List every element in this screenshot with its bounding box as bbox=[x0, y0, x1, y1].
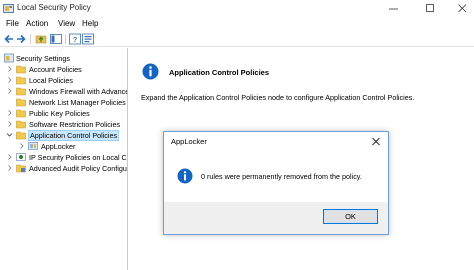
chevron-right-icon[interactable] bbox=[6, 109, 13, 117]
dialog-title-bar: AppLocker bbox=[164, 132, 388, 152]
folder-icon bbox=[16, 119, 26, 129]
tree-label: Local Policies bbox=[29, 76, 73, 85]
chevron-right-icon[interactable] bbox=[6, 65, 13, 73]
tree-label: AppLocker bbox=[41, 142, 76, 151]
tree-item[interactable]: AppLocker bbox=[0, 141, 127, 152]
menu-help[interactable]: Help bbox=[82, 19, 98, 28]
tree-item[interactable]: IP Security Policies on Local C bbox=[0, 152, 127, 163]
back-arrow-icon[interactable] bbox=[3, 33, 15, 45]
toolbar: ? bbox=[0, 31, 474, 47]
toolbar-separator bbox=[30, 34, 31, 44]
folder-icon bbox=[16, 64, 26, 74]
security-settings-icon bbox=[4, 53, 14, 63]
tree-item[interactable]: Account Policies bbox=[0, 64, 127, 75]
tree-item[interactable]: Network List Manager Policies bbox=[0, 97, 127, 108]
properties-icon[interactable] bbox=[82, 33, 94, 45]
chevron-right-icon[interactable] bbox=[6, 76, 13, 84]
toolbar-separator bbox=[65, 34, 66, 44]
dialog-body: 0 rules were permanently removed from th… bbox=[164, 152, 388, 202]
folder-icon bbox=[16, 75, 26, 85]
navigation-tree: Security Settings Account Policies Local … bbox=[0, 48, 128, 270]
security-policy-icon bbox=[3, 3, 14, 14]
ok-button[interactable]: OK bbox=[323, 209, 378, 224]
chevron-right-icon[interactable] bbox=[6, 120, 13, 128]
maximize-button[interactable] bbox=[420, 0, 442, 17]
content-description: Expand the Application Control Policies … bbox=[141, 93, 415, 102]
dialog-message: 0 rules were permanently removed from th… bbox=[201, 172, 362, 181]
folder-icon bbox=[16, 86, 26, 96]
maximize-icon bbox=[426, 4, 434, 12]
menu-action[interactable]: Action bbox=[26, 19, 48, 28]
folder-icon bbox=[16, 97, 26, 107]
tree-item[interactable]: Advanced Audit Policy Configu bbox=[0, 163, 127, 174]
tree-item[interactable]: Application Control Policies bbox=[0, 130, 127, 141]
audit-policy-icon bbox=[16, 163, 26, 173]
info-icon bbox=[142, 63, 159, 80]
close-icon bbox=[372, 137, 380, 146]
minimize-icon bbox=[389, 8, 398, 10]
tree-label: Windows Firewall with Advance bbox=[29, 87, 128, 96]
chevron-right-icon[interactable] bbox=[18, 142, 25, 150]
tree-label: Security Settings bbox=[16, 54, 70, 63]
info-icon bbox=[177, 168, 193, 184]
tree-item[interactable]: Local Policies bbox=[0, 75, 127, 86]
tree-label: Advanced Audit Policy Configu bbox=[29, 164, 127, 173]
tree-label: Account Policies bbox=[29, 65, 82, 74]
tree-label: Application Control Policies bbox=[27, 130, 120, 141]
applocker-icon bbox=[28, 141, 38, 151]
close-window-button[interactable] bbox=[452, 0, 474, 17]
tree-item[interactable]: Windows Firewall with Advance bbox=[0, 86, 128, 97]
tree-label: IP Security Policies on Local C bbox=[29, 153, 127, 162]
chevron-down-icon[interactable] bbox=[6, 131, 13, 139]
dialog-title: AppLocker bbox=[171, 137, 207, 146]
content-heading: Application Control Policies bbox=[169, 68, 270, 77]
menu-file[interactable]: File bbox=[6, 19, 19, 28]
applocker-dialog: AppLocker 0 rules were permanently remov… bbox=[163, 131, 389, 235]
up-folder-icon[interactable] bbox=[35, 33, 47, 45]
svg-text:?: ? bbox=[73, 37, 77, 44]
minimize-button[interactable] bbox=[383, 0, 405, 17]
chevron-right-icon[interactable] bbox=[6, 153, 13, 161]
window-title: Local Security Policy bbox=[17, 3, 91, 12]
menu-view[interactable]: View bbox=[58, 19, 75, 28]
tree-label: Network List Manager Policies bbox=[29, 98, 126, 107]
folder-icon bbox=[16, 108, 26, 118]
tree-label: Software Restriction Policies bbox=[29, 120, 121, 129]
tree-item[interactable]: Public Key Policies bbox=[0, 108, 127, 119]
tree-root-security-settings[interactable]: Security Settings bbox=[0, 53, 127, 64]
forward-arrow-icon[interactable] bbox=[15, 33, 27, 45]
chevron-right-icon[interactable] bbox=[6, 164, 13, 172]
tree-label: Public Key Policies bbox=[29, 109, 90, 118]
title-bar: Local Security Policy bbox=[0, 0, 474, 17]
close-icon bbox=[458, 4, 467, 13]
folder-icon bbox=[16, 130, 26, 140]
dialog-close-button[interactable] bbox=[369, 136, 383, 148]
show-hide-tree-icon[interactable] bbox=[50, 33, 62, 45]
ip-security-icon bbox=[16, 152, 26, 162]
help-icon[interactable]: ? bbox=[69, 33, 81, 45]
menu-bar: File Action View Help bbox=[0, 17, 474, 31]
chevron-right-icon[interactable] bbox=[6, 87, 13, 95]
tree-item[interactable]: Software Restriction Policies bbox=[0, 119, 127, 130]
